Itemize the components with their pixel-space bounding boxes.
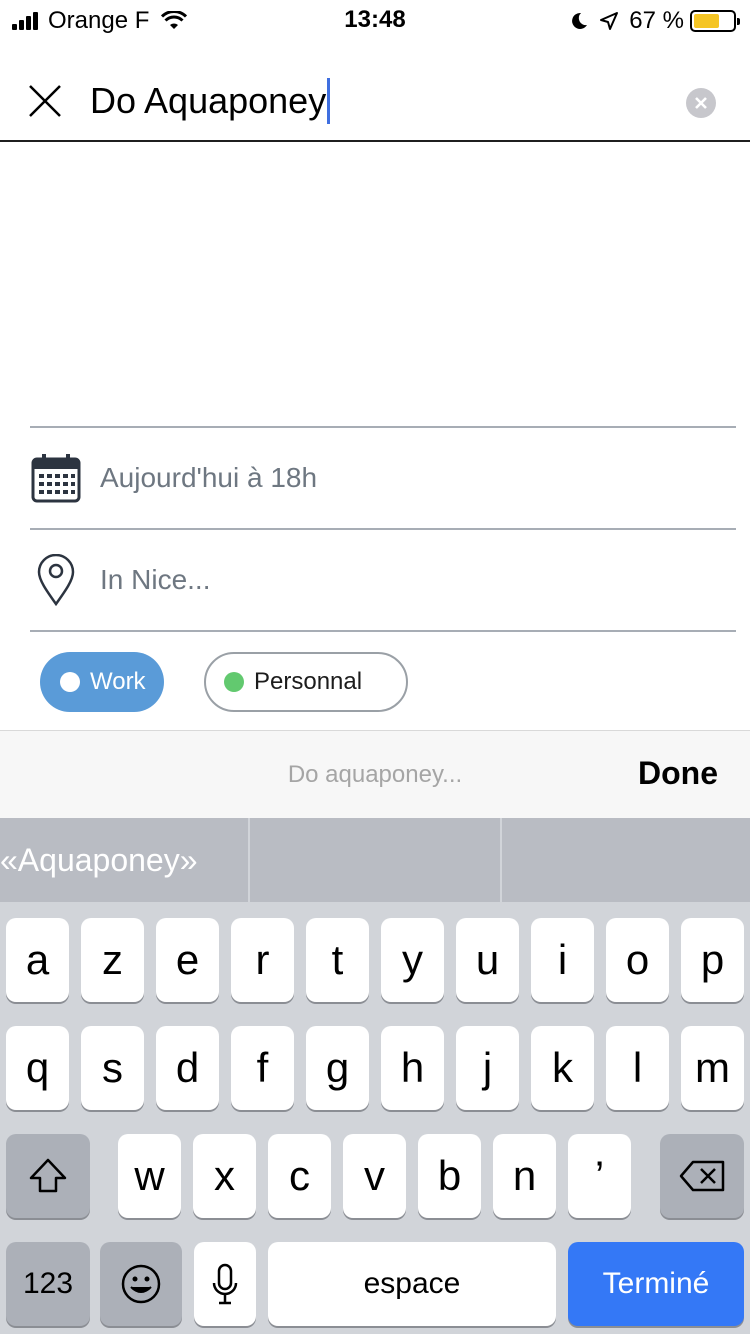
done-button[interactable]: Done (638, 755, 718, 792)
key-s[interactable]: s (81, 1026, 144, 1110)
dictation-key[interactable] (194, 1242, 256, 1326)
status-right: 67 % (569, 6, 740, 36)
key-’[interactable]: ’ (568, 1134, 631, 1218)
divider (30, 630, 736, 632)
key-h[interactable]: h (381, 1026, 444, 1110)
battery-percent: 67 % (629, 7, 684, 34)
key-t[interactable]: t (306, 918, 369, 1002)
shift-key[interactable] (6, 1134, 90, 1218)
tag-personnal-dot (224, 672, 244, 692)
suggestion-item-empty[interactable] (250, 818, 500, 902)
key-l[interactable]: l (606, 1026, 669, 1110)
location-text: In Nice... (100, 564, 211, 595)
date-text: Aujourd'hui à 18h (100, 462, 318, 493)
return-key[interactable]: Terminé (568, 1242, 744, 1326)
emoji-key[interactable] (100, 1242, 182, 1326)
shift-icon (29, 1158, 67, 1193)
key-v[interactable]: v (343, 1134, 406, 1218)
microphone-icon (212, 1263, 238, 1305)
key-z[interactable]: z (81, 918, 144, 1002)
key-i[interactable]: i (531, 918, 594, 1002)
key-q[interactable]: q (6, 1026, 69, 1110)
key-c[interactable]: c (268, 1134, 331, 1218)
key-p[interactable]: p (681, 918, 744, 1002)
suggestion-item[interactable]: «Aquaponey» (0, 818, 248, 902)
backspace-key[interactable] (660, 1134, 744, 1218)
task-title-input[interactable]: Do Aquaponey (90, 76, 331, 126)
key-d[interactable]: d (156, 1026, 219, 1110)
key-k[interactable]: k (531, 1026, 594, 1110)
clear-circle-icon (695, 97, 707, 109)
tag-work[interactable]: Work (40, 652, 164, 712)
close-icon (29, 85, 61, 117)
key-a[interactable]: a (6, 918, 69, 1002)
close-button[interactable] (22, 78, 68, 124)
key-j[interactable]: j (456, 1026, 519, 1110)
suggestion-item-empty[interactable] (502, 818, 750, 902)
keyboard: «Aquaponey» 123 espace Terminé azert y u… (0, 818, 750, 1334)
tag-personnal-label: Personnal (254, 668, 363, 695)
key-f[interactable]: f (231, 1026, 294, 1110)
location-row[interactable]: In Nice... (30, 530, 736, 630)
battery-icon (690, 10, 740, 32)
key-b[interactable]: b (418, 1134, 481, 1218)
key-m[interactable]: m (681, 1026, 744, 1110)
key-o[interactable]: o (606, 918, 669, 1002)
key-e[interactable]: e (156, 918, 219, 1002)
tag-work-dot (60, 672, 80, 692)
header: Do Aquaponey (0, 40, 750, 142)
backspace-icon (679, 1160, 725, 1192)
battery-fill (694, 14, 719, 28)
input-toolbar: Do aquaponey... Done (0, 730, 750, 818)
key-y[interactable]: y (381, 918, 444, 1002)
key-g[interactable]: g (306, 1026, 369, 1110)
key-w[interactable]: w (118, 1134, 181, 1218)
key-u[interactable]: u (456, 918, 519, 1002)
moon-icon (572, 12, 588, 29)
emoji-icon (121, 1264, 161, 1304)
key-r[interactable]: r (231, 918, 294, 1002)
key-x[interactable]: x (193, 1134, 256, 1218)
numbers-key[interactable]: 123 (6, 1242, 90, 1326)
date-row[interactable]: Aujourd'hui à 18h (30, 428, 736, 528)
space-key[interactable]: espace (268, 1242, 556, 1326)
status-bar: Orange F 13:48 67 % (0, 0, 750, 40)
calendar-icon (30, 448, 82, 508)
suggestion-bar: «Aquaponey» (0, 818, 750, 902)
tag-work-label: Work (90, 668, 146, 695)
text-caret (327, 78, 331, 124)
location-arrow-icon (600, 12, 619, 30)
tag-personnal[interactable]: Personnal (204, 652, 408, 712)
map-pin-icon (30, 550, 82, 610)
task-title-value: Do Aquaponey (90, 80, 327, 121)
clear-text-button[interactable] (686, 88, 716, 118)
key-n[interactable]: n (493, 1134, 556, 1218)
